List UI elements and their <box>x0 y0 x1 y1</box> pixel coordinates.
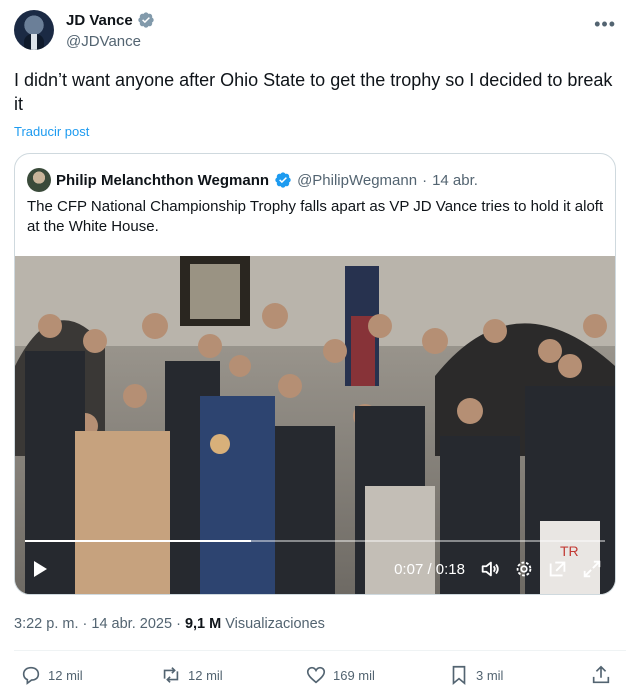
tweet-date[interactable]: 14 abr. 2025 <box>91 616 172 632</box>
more-options-icon[interactable]: ••• <box>594 14 616 35</box>
divider <box>14 650 626 651</box>
quoted-author-name: Philip Melanchthon Wegmann <box>56 171 270 189</box>
quoted-tweet[interactable]: Philip Melanchthon Wegmann @PhilipWegman… <box>14 153 616 595</box>
fullscreen-icon[interactable] <box>581 558 603 580</box>
like-count: 169 mil <box>333 667 375 683</box>
picture-in-picture-icon[interactable] <box>547 558 569 580</box>
repost-count: 12 mil <box>188 667 223 683</box>
like-button[interactable]: 169 mil <box>305 664 375 686</box>
video-progress-bar[interactable] <box>25 540 605 542</box>
quoted-tweet-header: Philip Melanchthon Wegmann @PhilipWegman… <box>27 168 478 192</box>
author-avatar[interactable] <box>14 10 54 50</box>
repost-button[interactable]: 12 mil <box>160 664 223 686</box>
meta-separator: · <box>82 616 88 632</box>
video-frame: TR <box>15 256 615 594</box>
bookmark-icon <box>452 665 466 686</box>
bookmark-count: 3 mil <box>476 667 504 683</box>
quoted-tweet-text: The CFP National Championship Trophy fal… <box>27 198 604 235</box>
author-handle[interactable]: @JDVance <box>66 33 141 50</box>
quoted-author-avatar <box>27 168 51 192</box>
tweet-text: I didn’t want anyone after Ohio State to… <box>14 70 613 114</box>
video-progress-fill <box>25 540 252 542</box>
action-bar: 12 mil 12 mil 169 mil 3 mil <box>0 664 640 694</box>
verified-badge-icon <box>138 12 154 28</box>
video-controls: 0:07 / 0:18 <box>15 554 615 584</box>
share-button[interactable] <box>590 664 612 686</box>
video-time: 0:07 / 0:18 <box>394 561 465 578</box>
quoted-verified-badge-icon <box>275 172 291 188</box>
reply-icon <box>22 666 40 685</box>
quoted-separator: · <box>422 171 428 189</box>
quoted-author-handle: @PhilipWegmann <box>297 171 418 189</box>
bookmark-button[interactable]: 3 mil <box>448 664 503 686</box>
view-count: 9,1 M <box>184 616 222 632</box>
tweet-meta: 3:22 p. m. · 14 abr. 2025 · 9,1 M Visual… <box>14 616 325 632</box>
play-icon[interactable] <box>31 560 49 578</box>
reply-button[interactable]: 12 mil <box>20 664 83 686</box>
settings-icon[interactable] <box>513 558 535 580</box>
author-name[interactable]: JD Vance <box>66 12 133 29</box>
meta-separator: · <box>176 616 181 632</box>
video-player[interactable]: TR 0:07 / 0:18 <box>15 256 615 594</box>
views-label: Visualizaciones <box>225 616 325 632</box>
heart-icon <box>306 666 326 684</box>
author-name-row: JD Vance <box>66 11 155 29</box>
repost-icon <box>163 667 179 683</box>
quoted-date: 14 abr. <box>432 171 478 189</box>
volume-icon[interactable] <box>479 558 501 580</box>
tweet-time[interactable]: 3:22 p. m. <box>14 616 78 632</box>
reply-count: 12 mil <box>48 667 83 683</box>
translate-link[interactable]: Traducir post <box>14 124 89 139</box>
tweet-header: JD Vance @JDVance ••• <box>14 10 626 54</box>
share-icon <box>592 665 610 684</box>
